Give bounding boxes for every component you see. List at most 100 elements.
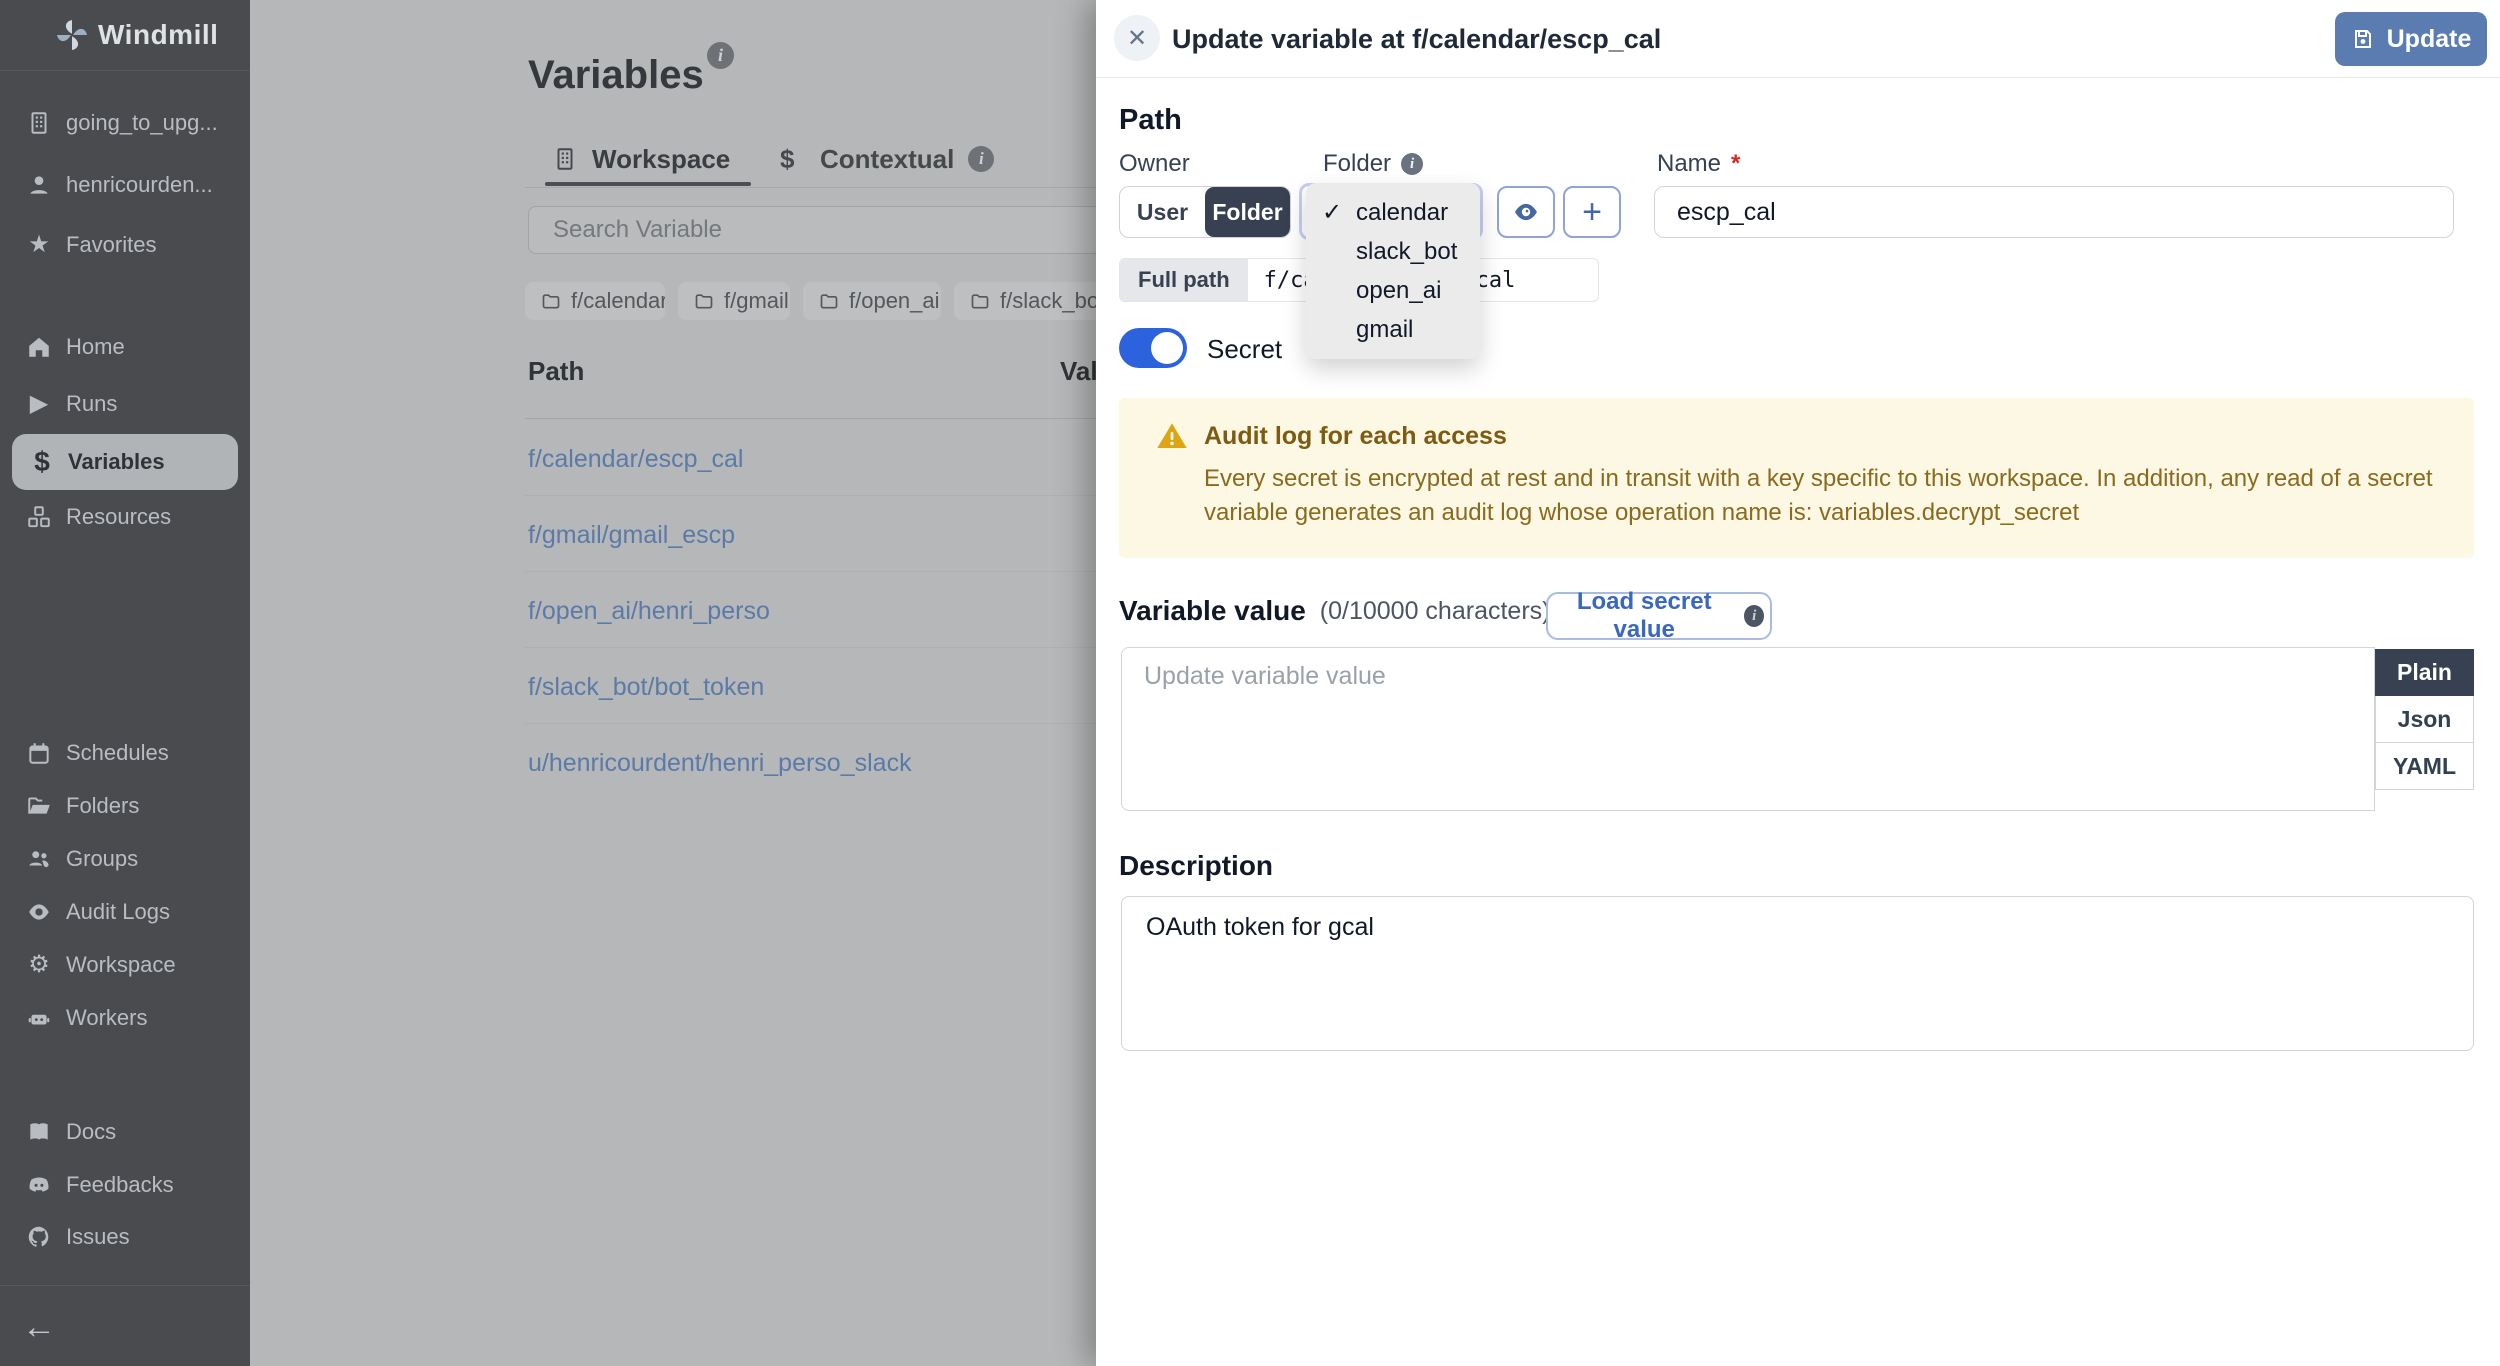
- collapse-sidebar-arrow-icon[interactable]: ←: [22, 1308, 56, 1347]
- variable-path-link[interactable]: u/henricourdent/henri_perso_slack: [528, 749, 912, 778]
- column-header-path: Path: [528, 356, 584, 387]
- format-tab-json[interactable]: Json: [2375, 696, 2474, 743]
- save-icon: [2351, 27, 2375, 51]
- close-icon[interactable]: ✕: [1114, 15, 1160, 61]
- owner-folder-option[interactable]: Folder: [1205, 187, 1290, 237]
- robot-icon: [25, 1004, 53, 1032]
- sidebar-item-groups[interactable]: Groups: [0, 837, 250, 881]
- dollar-icon: $: [780, 146, 806, 172]
- sidebar-item-schedules[interactable]: Schedules: [0, 731, 250, 775]
- users-icon: [25, 845, 53, 873]
- info-icon: i: [1744, 605, 1764, 627]
- sidebar-item-folders[interactable]: Folders: [0, 784, 250, 828]
- info-icon[interactable]: i: [1401, 153, 1423, 175]
- character-counter: (0/10000 characters): [1320, 597, 1551, 626]
- book-icon: [25, 1118, 53, 1146]
- workspace-selector[interactable]: going_to_upg...: [0, 101, 250, 145]
- discord-icon: [25, 1171, 53, 1199]
- variable-value-header: Variable value (0/10000 characters): [1119, 595, 1550, 627]
- sidebar-item-workspace-settings[interactable]: ⚙ Workspace: [0, 943, 250, 987]
- folder-chip[interactable]: f/open_ai: [803, 282, 941, 320]
- sidebar-item-issues[interactable]: Issues: [0, 1215, 250, 1259]
- sidebar-item-docs[interactable]: Docs: [0, 1110, 250, 1154]
- load-secret-value-button[interactable]: Load secret value i: [1546, 592, 1772, 640]
- folder-chip[interactable]: f/gmail: [678, 282, 790, 320]
- star-icon: ★: [25, 231, 53, 259]
- dropdown-option-open-ai[interactable]: open_ai: [1306, 271, 1480, 310]
- description-textarea[interactable]: OAuth token for gcal: [1121, 896, 2474, 1051]
- warning-icon: [1155, 420, 1189, 452]
- variable-value-textarea[interactable]: [1121, 647, 2375, 811]
- sidebar-item-resources[interactable]: Resources: [0, 495, 250, 539]
- owner-kind-segmented: User Folder: [1119, 186, 1291, 238]
- folder-filter-chips: f/calendar f/gmail f/open_ai f/slack_bot: [525, 282, 1104, 320]
- folder-chip[interactable]: f/slack_bot: [954, 282, 1104, 320]
- format-tabs: Plain Json YAML: [2375, 649, 2474, 790]
- tab-contextual[interactable]: $ Contextual i: [780, 138, 994, 180]
- description-heading: Description: [1119, 850, 1273, 882]
- audit-log-warning: Audit log for each access Every secret i…: [1119, 398, 2474, 558]
- dropdown-option-slack-bot[interactable]: slack_bot: [1306, 232, 1480, 271]
- gear-icon: ⚙: [25, 951, 53, 979]
- secret-label: Secret: [1207, 334, 1282, 365]
- cubes-icon: [25, 503, 53, 531]
- user-icon: [25, 171, 53, 199]
- info-icon[interactable]: i: [707, 42, 734, 69]
- folder-chip[interactable]: f/calendar: [525, 282, 665, 320]
- sidebar-item-feedbacks[interactable]: Feedbacks: [0, 1163, 250, 1207]
- folder-open-icon: [25, 792, 53, 820]
- variable-path-link[interactable]: f/gmail/gmail_escp: [528, 521, 735, 550]
- eye-icon: [25, 898, 53, 926]
- preview-folder-button[interactable]: [1497, 186, 1555, 238]
- drawer-header: ✕ Update variable at f/calendar/escp_cal…: [1096, 0, 2500, 78]
- search-input[interactable]: [528, 206, 1128, 254]
- full-path-label: Full path: [1120, 259, 1248, 301]
- active-tab-underline: [545, 182, 751, 186]
- sidebar-item-runs[interactable]: ▶ Runs: [0, 382, 250, 426]
- variable-path-link[interactable]: f/calendar/escp_cal: [528, 445, 743, 474]
- sidebar-item-home[interactable]: Home: [0, 325, 250, 369]
- app-name: Windmill: [98, 19, 218, 51]
- check-icon: ✓: [1322, 198, 1342, 227]
- page-title: Variables: [528, 53, 704, 98]
- windmill-logo-icon: [54, 17, 90, 53]
- sidebar-item-audit-logs[interactable]: Audit Logs: [0, 890, 250, 934]
- info-icon[interactable]: i: [968, 146, 994, 172]
- variable-value-heading: Variable value: [1119, 595, 1306, 627]
- owner-label: Owner: [1119, 150, 1190, 178]
- sidebar: Windmill going_to_upg... henricourden...…: [0, 0, 250, 1366]
- update-variable-drawer: ✕ Update variable at f/calendar/escp_cal…: [1096, 0, 2500, 1366]
- building-icon: [25, 109, 53, 137]
- user-name: henricourden...: [66, 172, 213, 198]
- dollar-icon: $: [28, 448, 56, 476]
- secret-toggle[interactable]: [1119, 328, 1187, 368]
- sidebar-item-variables[interactable]: $ Variables: [12, 434, 238, 490]
- sidebar-item-workers[interactable]: Workers: [0, 996, 250, 1040]
- workspace-name: going_to_upg...: [66, 110, 218, 136]
- app-logo[interactable]: Windmill: [0, 0, 250, 71]
- variable-path-link[interactable]: f/open_ai/henri_perso: [528, 597, 770, 626]
- path-section-heading: Path: [1119, 104, 1182, 137]
- folder-label: Folder i: [1323, 150, 1423, 178]
- sidebar-item-favorites[interactable]: ★ Favorites: [0, 223, 250, 267]
- dropdown-option-calendar[interactable]: ✓ calendar: [1306, 193, 1480, 232]
- update-button[interactable]: Update: [2335, 12, 2487, 66]
- format-tab-yaml[interactable]: YAML: [2375, 743, 2474, 790]
- format-tab-plain[interactable]: Plain: [2375, 649, 2474, 696]
- toggle-knob: [1151, 332, 1183, 364]
- warning-body: Every secret is encrypted at rest and in…: [1204, 462, 2449, 530]
- folder-dropdown-menu: ✓ calendar slack_bot open_ai gmail: [1306, 183, 1480, 359]
- github-icon: [25, 1223, 53, 1251]
- name-input[interactable]: [1654, 186, 2454, 238]
- dropdown-option-gmail[interactable]: gmail: [1306, 310, 1480, 349]
- name-label: Name*: [1657, 150, 1740, 178]
- add-folder-button[interactable]: +: [1563, 186, 1621, 238]
- building-icon: [552, 146, 578, 172]
- calendar-icon: [25, 739, 53, 767]
- variable-path-link[interactable]: f/slack_bot/bot_token: [528, 673, 764, 702]
- tab-workspace[interactable]: Workspace: [552, 138, 730, 180]
- sidebar-bottom-divider: [0, 1285, 250, 1286]
- owner-user-option[interactable]: User: [1120, 187, 1205, 237]
- home-icon: [25, 333, 53, 361]
- user-menu[interactable]: henricourden...: [0, 163, 250, 207]
